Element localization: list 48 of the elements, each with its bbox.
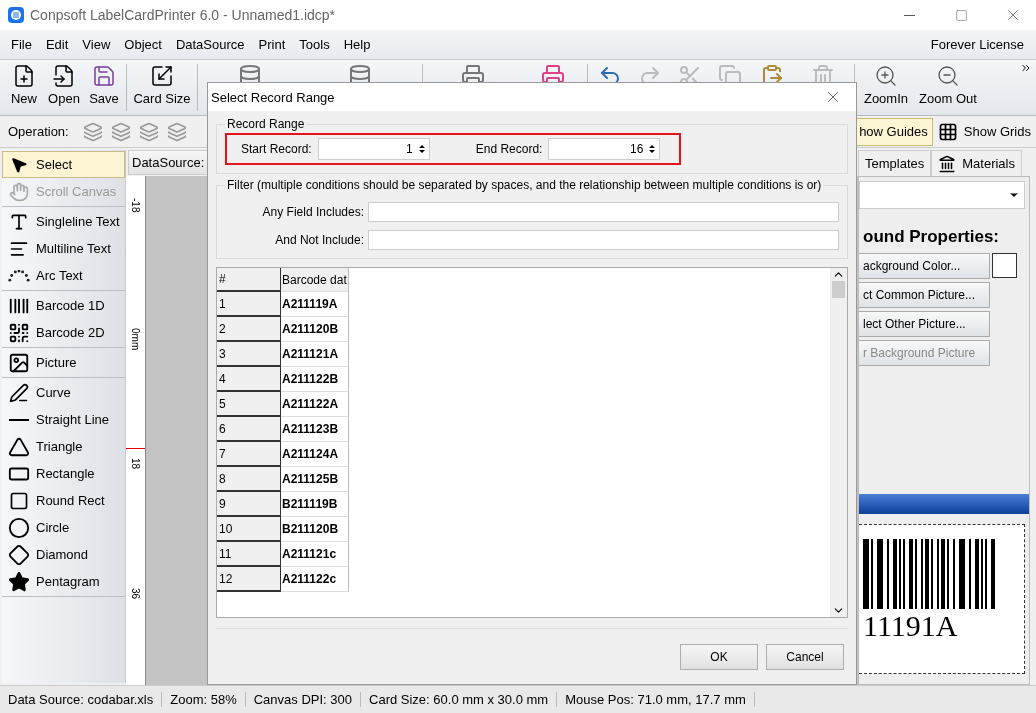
row-header: 5	[217, 392, 281, 417]
table-cell: A211119A	[281, 292, 349, 317]
table-cell: A211122A	[281, 392, 349, 417]
row-header: 2	[217, 317, 281, 342]
table-cell: A211122c	[281, 567, 349, 592]
status-item: Mouse Pos: 71.0 mm, 17.7 mm	[557, 692, 755, 707]
barcode-text: 11191A	[863, 609, 959, 643]
row-header: 3	[217, 342, 281, 367]
operation-label: Operation:	[8, 124, 69, 139]
ruler-label: -18	[130, 198, 141, 215]
table-cell: A211122B	[281, 367, 349, 392]
row-header: 12	[217, 567, 281, 592]
row-header: 11	[217, 542, 281, 567]
datasource-label: DataSource:	[128, 149, 209, 175]
row-header: 9	[217, 492, 281, 517]
row-header: 1	[217, 292, 281, 317]
license-label: Forever License	[930, 37, 1025, 52]
field-label: And Not Include:	[275, 233, 364, 247]
status-item: Zoom: 58%	[162, 692, 246, 707]
dialog-title: Select Record Range	[211, 89, 336, 105]
ruler-label: 36	[130, 588, 141, 602]
field-label: Any Field Includes:	[262, 205, 364, 219]
status-item: Card Size: 60.0 mm x 30.0 mm	[361, 692, 558, 707]
row-header: 8	[217, 467, 281, 492]
status-item: Data Source: codabar.xls	[0, 692, 163, 707]
window-title: Conpsoft LabelCardPrinter 6.0 - Unnamed1.idcp*	[30, 7, 337, 23]
table-cell: A211125B	[281, 467, 349, 492]
field-label: Start Record:	[241, 142, 312, 156]
status-item: Canvas DPI: 300	[245, 692, 361, 707]
ruler-label: 18	[130, 458, 141, 472]
table-cell: A211121A	[281, 342, 349, 367]
row-header: 6	[217, 417, 281, 442]
group-title: Record Range	[226, 117, 306, 131]
table-cell: B211120B	[281, 517, 349, 542]
table-cell: B211119B	[281, 492, 349, 517]
table-cell: A211124A	[281, 442, 349, 467]
table-cell: A211123B	[281, 417, 349, 442]
group-title: Filter (multiple conditions should be separated by spaces, and the relationship between multiple conditions is or)	[226, 178, 823, 192]
table-cell: A211121c	[281, 542, 349, 567]
ruler-label: 0mm	[130, 328, 141, 353]
section-heading: ound Properties:	[863, 227, 1000, 247]
column-header: Barcode dat	[281, 268, 349, 292]
row-header: 4	[217, 367, 281, 392]
row-header: 7	[217, 442, 281, 467]
field-label: End Record:	[475, 142, 543, 156]
row-header: 10	[217, 517, 281, 542]
table-cell: A211120B	[281, 317, 349, 342]
column-header: #	[217, 268, 281, 292]
